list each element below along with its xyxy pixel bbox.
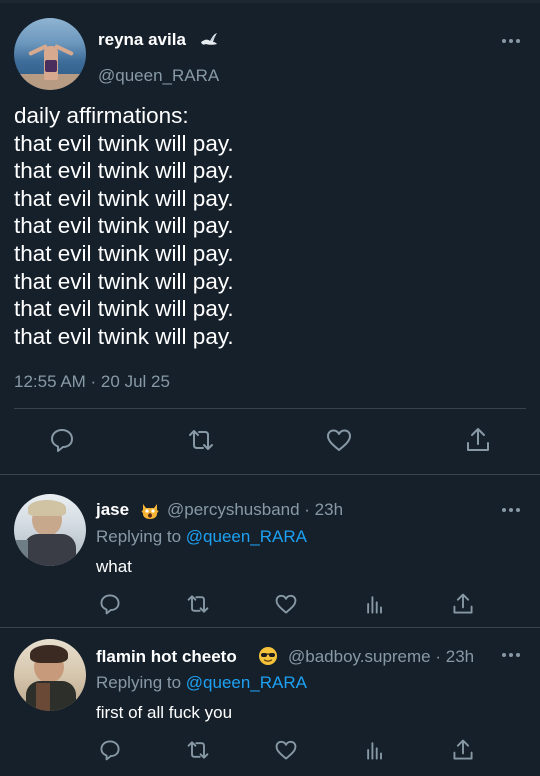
timestamp[interactable]: 12:55 AM · 20 Jul 25 (14, 372, 170, 392)
analytics-icon[interactable] (363, 738, 387, 762)
dove-icon (201, 33, 217, 45)
tweet-line: that evil twink will pay. (14, 213, 234, 239)
share-icon[interactable] (464, 426, 492, 454)
reply-tweet[interactable]: jase @percyshusband · 23h Replying to @q… (0, 475, 540, 627)
tweet-line: daily affirmations: (14, 103, 189, 128)
handle[interactable]: @badboy.supreme · 23h (288, 647, 474, 667)
avatar[interactable] (14, 639, 86, 711)
retweet-icon[interactable] (186, 738, 210, 762)
like-icon[interactable] (274, 738, 298, 762)
like-icon[interactable] (325, 426, 353, 454)
tweet-line: that evil twink will pay. (14, 158, 234, 184)
replying-to: Replying to @queen_RARA (96, 527, 307, 546)
tweet-line: that evil twink will pay. (14, 268, 234, 294)
share-icon[interactable] (451, 592, 475, 616)
avatar[interactable] (14, 18, 86, 90)
tweet-text: daily affirmations: that evil twink will… (14, 102, 524, 350)
handle[interactable]: @queen_RARA (98, 66, 219, 86)
reply-icon[interactable] (98, 738, 122, 762)
analytics-icon[interactable] (363, 592, 387, 616)
sunglasses-face-icon (259, 647, 277, 665)
divider (14, 408, 526, 409)
display-name[interactable]: jase (96, 500, 129, 520)
tweet-line: that evil twink will pay. (14, 240, 234, 266)
reply-icon[interactable] (98, 592, 122, 616)
reply-icon[interactable] (48, 426, 76, 454)
retweet-icon[interactable] (187, 426, 215, 454)
main-tweet: reyna avila @queen_RARA daily affirmatio… (0, 0, 540, 474)
reply-text: what (96, 557, 132, 576)
avatar[interactable] (14, 494, 86, 566)
reply-text: first of all fuck you (96, 703, 233, 722)
mention-link[interactable]: @queen_RARA (186, 673, 307, 692)
tweet-line: that evil twink will pay. (14, 323, 234, 349)
screaming-cat-icon (141, 504, 159, 519)
more-options-icon[interactable] (500, 648, 522, 662)
like-icon[interactable] (274, 592, 298, 616)
mention-link[interactable]: @queen_RARA (186, 527, 307, 546)
reply-tweet[interactable]: flamin hot cheeto @badboy.supreme · 23h … (0, 628, 540, 776)
tweet-line: that evil twink will pay. (14, 296, 234, 322)
display-name[interactable]: flamin hot cheeto (96, 647, 237, 667)
handle[interactable]: @percyshusband · 23h (167, 500, 343, 520)
more-options-icon[interactable] (500, 34, 522, 48)
retweet-icon[interactable] (186, 592, 210, 616)
share-icon[interactable] (451, 738, 475, 762)
tweet-line: that evil twink will pay. (14, 130, 234, 156)
tweet-line: that evil twink will pay. (14, 185, 234, 211)
replying-to: Replying to @queen_RARA (96, 673, 307, 692)
display-name[interactable]: reyna avila (98, 30, 186, 50)
more-options-icon[interactable] (500, 503, 522, 517)
